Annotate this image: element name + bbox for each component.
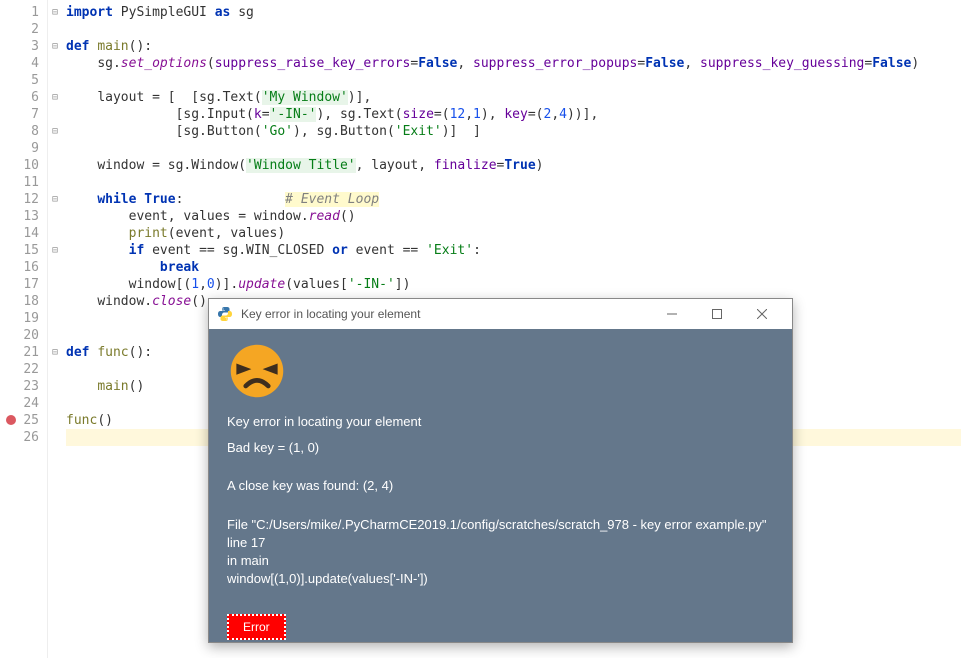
code-line[interactable]: [sg.Input(k='-IN-'), sg.Text(size=(12,1)…	[66, 106, 961, 123]
code-line[interactable]: event, values = window.read()	[66, 208, 961, 225]
code-line[interactable]: if event == sg.WIN_CLOSED or event == 'E…	[66, 242, 961, 259]
fold-marker[interactable]	[48, 276, 62, 293]
dialog-close-key: A close key was found: (2, 4)	[227, 477, 774, 495]
line-number-gutter: 1234567891011121314151617181920212223242…	[0, 0, 48, 658]
fold-marker[interactable]	[48, 361, 62, 378]
fold-marker[interactable]	[48, 395, 62, 412]
python-icon	[217, 306, 233, 322]
sad-face-icon	[227, 341, 287, 401]
fold-marker[interactable]	[48, 208, 62, 225]
fold-marker[interactable]	[48, 310, 62, 327]
line-number: 18	[0, 293, 47, 310]
line-number: 10	[0, 157, 47, 174]
code-line[interactable]: while True: # Event Loop	[66, 191, 961, 208]
line-number: 22	[0, 361, 47, 378]
maximize-button[interactable]	[694, 299, 739, 329]
code-line[interactable]: print(event, values)	[66, 225, 961, 242]
code-line[interactable]	[66, 72, 961, 89]
code-line[interactable]: def main():	[66, 38, 961, 55]
dialog-file: File "C:/Users/mike/.PyCharmCE2019.1/con…	[227, 516, 774, 534]
dialog-title: Key error in locating your element	[241, 307, 649, 321]
line-number: 12	[0, 191, 47, 208]
code-line[interactable]: import PySimpleGUI as sg	[66, 4, 961, 21]
dialog-message-2: Bad key = (1, 0)	[227, 439, 774, 457]
fold-marker[interactable]	[48, 72, 62, 89]
line-number: 21	[0, 344, 47, 361]
line-number: 2	[0, 21, 47, 38]
breakpoint-icon[interactable]	[6, 415, 16, 425]
fold-marker[interactable]: ⊟	[48, 242, 62, 259]
line-number: 26	[0, 429, 47, 446]
fold-column: ⊟ ⊟ ⊟ ⊟ ⊟ ⊟ ⊟	[48, 0, 62, 658]
code-line[interactable]: layout = [ [sg.Text('My Window')],	[66, 89, 961, 106]
code-line[interactable]	[66, 140, 961, 157]
dialog-body: Key error in locating your element Bad k…	[209, 329, 792, 652]
line-number: 8	[0, 123, 47, 140]
line-number: 19	[0, 310, 47, 327]
line-number: 1	[0, 4, 47, 21]
fold-marker[interactable]	[48, 225, 62, 242]
fold-marker[interactable]	[48, 157, 62, 174]
code-line[interactable]: window[(1,0)].update(values['-IN-'])	[66, 276, 961, 293]
dialog-titlebar[interactable]: Key error in locating your element	[209, 299, 792, 329]
error-dialog: Key error in locating your element Key e…	[208, 298, 793, 643]
fold-marker[interactable]	[48, 174, 62, 191]
fold-marker[interactable]	[48, 140, 62, 157]
close-button[interactable]	[739, 299, 784, 329]
line-number: 6	[0, 89, 47, 106]
fold-marker[interactable]: ⊟	[48, 123, 62, 140]
minimize-button[interactable]	[649, 299, 694, 329]
fold-marker[interactable]	[48, 378, 62, 395]
fold-marker[interactable]	[48, 327, 62, 344]
fold-marker[interactable]: ⊟	[48, 344, 62, 361]
line-number: 17	[0, 276, 47, 293]
fold-marker[interactable]	[48, 21, 62, 38]
fold-marker[interactable]: ⊟	[48, 191, 62, 208]
fold-marker[interactable]	[48, 412, 62, 429]
code-line[interactable]: window = sg.Window('Window Title', layou…	[66, 157, 961, 174]
code-line[interactable]	[66, 21, 961, 38]
line-number: 4	[0, 55, 47, 72]
fold-marker[interactable]: ⊟	[48, 38, 62, 55]
line-number: 13	[0, 208, 47, 225]
line-number: 16	[0, 259, 47, 276]
line-number: 20	[0, 327, 47, 344]
fold-marker[interactable]	[48, 106, 62, 123]
line-number: 24	[0, 395, 47, 412]
dialog-code: window[(1,0)].update(values['-IN-'])	[227, 570, 774, 588]
line-number: 3	[0, 38, 47, 55]
line-number: 14	[0, 225, 47, 242]
dialog-func: in main	[227, 552, 774, 570]
code-line[interactable]: sg.set_options(suppress_raise_key_errors…	[66, 55, 961, 72]
line-number: 23	[0, 378, 47, 395]
code-line[interactable]: break	[66, 259, 961, 276]
fold-marker[interactable]	[48, 293, 62, 310]
fold-marker[interactable]: ⊟	[48, 4, 62, 21]
dialog-line: line 17	[227, 534, 774, 552]
line-number: 15	[0, 242, 47, 259]
line-number: 5	[0, 72, 47, 89]
fold-marker[interactable]	[48, 259, 62, 276]
fold-marker[interactable]: ⊟	[48, 89, 62, 106]
code-line[interactable]: [sg.Button('Go'), sg.Button('Exit')] ]	[66, 123, 961, 140]
fold-marker[interactable]	[48, 429, 62, 446]
code-line[interactable]	[66, 174, 961, 191]
line-number: 7	[0, 106, 47, 123]
dialog-message-1: Key error in locating your element	[227, 413, 774, 431]
line-number: 11	[0, 174, 47, 191]
fold-marker[interactable]	[48, 55, 62, 72]
error-button[interactable]: Error	[227, 614, 286, 640]
line-number: 9	[0, 140, 47, 157]
line-number: 25	[0, 412, 47, 429]
